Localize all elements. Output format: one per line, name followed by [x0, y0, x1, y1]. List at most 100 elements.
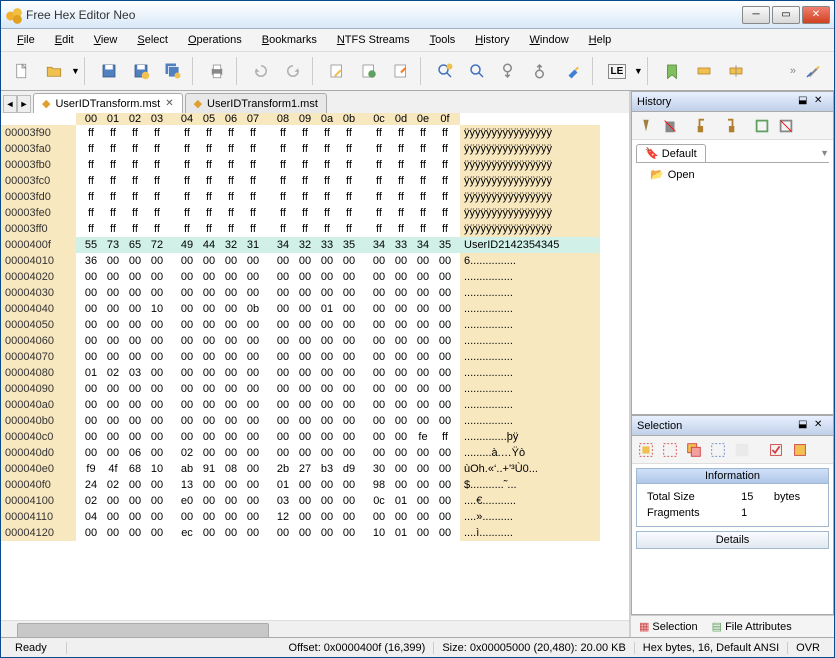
hist-btn5[interactable]	[751, 115, 773, 137]
edit3-button[interactable]	[386, 56, 416, 86]
sel-btn6[interactable]	[765, 439, 787, 461]
dropdown-icon[interactable]: ▼	[634, 66, 643, 76]
search-button[interactable]	[462, 56, 492, 86]
edit2-button[interactable]	[354, 56, 384, 86]
encoding-button[interactable]: LE	[602, 56, 632, 86]
bookmark-btn2[interactable]	[689, 56, 719, 86]
hex-row[interactable]: 0000400f55736572494432313432333534333435…	[1, 237, 629, 253]
hex-row[interactable]: 0000410002000000e0000000030000000c010000…	[1, 493, 629, 509]
tab-next-button[interactable]: ►	[17, 95, 31, 113]
bookmark-add-button[interactable]	[657, 56, 687, 86]
search-up-button[interactable]	[526, 56, 556, 86]
hex-row[interactable]: 000040d000000600020000000000000000000000…	[1, 445, 629, 461]
hist-btn3[interactable]	[693, 115, 715, 137]
new-button[interactable]	[7, 56, 37, 86]
hex-row[interactable]: 0000406000000000000000000000000000000000…	[1, 333, 629, 349]
menu-history[interactable]: History	[467, 32, 517, 48]
hex-row[interactable]: 0000405000000000000000000000000000000000…	[1, 317, 629, 333]
scrollbar-h[interactable]	[1, 620, 629, 637]
saveall-button[interactable]	[158, 56, 188, 86]
hex-row[interactable]: 0000412000000000ec0000000000000010010000…	[1, 525, 629, 541]
menu-window[interactable]: Window	[522, 32, 577, 48]
hist-btn6[interactable]	[775, 115, 797, 137]
hex-row[interactable]: 000040c00000000000000000000000000000feff…	[1, 429, 629, 445]
hex-row[interactable]: 0000407000000000000000000000000000000000…	[1, 349, 629, 365]
hex-row[interactable]: 00003f90ffffffffffffffffffffffffffffffff…	[1, 125, 629, 141]
close-icon[interactable]: ✕	[165, 98, 173, 109]
menu-bookmarks[interactable]: Bookmarks	[254, 32, 325, 48]
edit1-button[interactable]	[322, 56, 352, 86]
hex-row[interactable]: 0000411004000000000000001200000000000000…	[1, 509, 629, 525]
menu-ntfsstreams[interactable]: NTFS Streams	[329, 32, 418, 48]
hex-viewer[interactable]: 000102030405060708090a0b0c0d0e0f 00003f9…	[1, 113, 629, 620]
menu-help[interactable]: Help	[581, 32, 620, 48]
find-button[interactable]	[430, 56, 460, 86]
dropdown-icon[interactable]: ▼	[820, 148, 829, 158]
window-title: Free Hex Editor Neo	[26, 8, 742, 22]
open-button[interactable]	[39, 56, 69, 86]
history-item-open[interactable]: 📂Open	[648, 167, 829, 182]
hex-row[interactable]: 000040e0f94f6810ab9108002b27b3d930000000…	[1, 461, 629, 477]
hex-row[interactable]: 0000403000000000000000000000000000000000…	[1, 285, 629, 301]
totalsize-label: Total Size	[643, 490, 735, 504]
hist-btn1[interactable]	[635, 115, 657, 137]
pin-icon[interactable]: ⬓	[798, 95, 812, 109]
hex-row[interactable]: 00003fc0ffffffffffffffffffffffffffffffff…	[1, 173, 629, 189]
details-button[interactable]: Details	[636, 531, 829, 549]
sel-btn4[interactable]	[707, 439, 729, 461]
hex-row[interactable]: 000040f024020000130000000100000098000000…	[1, 477, 629, 493]
sel-btn1[interactable]	[635, 439, 657, 461]
settings-button[interactable]	[798, 56, 828, 86]
tab-file-attributes[interactable]: ▤File Attributes	[708, 619, 796, 634]
history-panel: History ⬓ ✕ 🔖 Default▼ 📂Open	[631, 91, 834, 415]
chevron-right-icon[interactable]: »	[790, 65, 796, 77]
hex-row[interactable]: 00004040000000100000000b0000010000000000…	[1, 301, 629, 317]
menu-file[interactable]: File	[9, 32, 43, 48]
hex-row[interactable]: 00003fa0ffffffffffffffffffffffffffffffff…	[1, 141, 629, 157]
undo-button[interactable]	[246, 56, 276, 86]
close-button[interactable]: ✕	[802, 6, 830, 24]
dropdown-icon[interactable]: ▼	[71, 66, 80, 76]
hex-row[interactable]: 0000409000000000000000000000000000000000…	[1, 381, 629, 397]
ascii: $...........˜...	[460, 477, 600, 493]
bookmark-btn3[interactable]	[721, 56, 751, 86]
maximize-button[interactable]: ▭	[772, 6, 800, 24]
hex-row[interactable]: 00003fd0ffffffffffffffffffffffffffffffff…	[1, 189, 629, 205]
menu-tools[interactable]: Tools	[422, 32, 464, 48]
tab-prev-button[interactable]: ◄	[3, 95, 17, 113]
history-tab-default[interactable]: 🔖 Default	[636, 144, 706, 162]
sel-btn2[interactable]	[659, 439, 681, 461]
search-down-button[interactable]	[494, 56, 524, 86]
hex-row[interactable]: 00003fb0ffffffffffffffffffffffffffffffff…	[1, 157, 629, 173]
fragments-value: 1	[737, 506, 768, 520]
redo-button[interactable]	[278, 56, 308, 86]
print-button[interactable]	[202, 56, 232, 86]
hex-row[interactable]: 000040b000000000000000000000000000000000…	[1, 413, 629, 429]
hex-row[interactable]: 00003fe0ffffffffffffffffffffffffffffffff…	[1, 205, 629, 221]
close-icon[interactable]: ✕	[814, 95, 828, 109]
close-icon[interactable]: ✕	[814, 419, 828, 433]
sel-btn5[interactable]	[731, 439, 753, 461]
hex-row[interactable]: 00003ff0ffffffffffffffffffffffffffffffff…	[1, 221, 629, 237]
file-tab[interactable]: ◆UserIDTransform1.mst	[185, 93, 327, 113]
pin-icon[interactable]: ⬓	[798, 419, 812, 433]
save-button[interactable]	[94, 56, 124, 86]
sel-btn7[interactable]	[789, 439, 811, 461]
menu-view[interactable]: View	[86, 32, 126, 48]
tab-selection[interactable]: ▦Selection	[635, 619, 702, 634]
saveas-button[interactable]	[126, 56, 156, 86]
offset: 00003fe0	[1, 205, 76, 221]
file-tab[interactable]: ◆UserIDTransform.mst✕	[33, 93, 183, 113]
hex-row[interactable]: 0000408001020300000000000000000000000000…	[1, 365, 629, 381]
minimize-button[interactable]: ─	[742, 6, 770, 24]
hist-btn4[interactable]	[717, 115, 739, 137]
highlight-button[interactable]	[558, 56, 588, 86]
hist-btn2[interactable]	[659, 115, 681, 137]
hex-row[interactable]: 000040a000000000000000000000000000000000…	[1, 397, 629, 413]
sel-btn3[interactable]	[683, 439, 705, 461]
hex-row[interactable]: 0000401036000000000000000000000000000000…	[1, 253, 629, 269]
menu-select[interactable]: Select	[129, 32, 176, 48]
menu-operations[interactable]: Operations	[180, 32, 250, 48]
hex-row[interactable]: 0000402000000000000000000000000000000000…	[1, 269, 629, 285]
menu-edit[interactable]: Edit	[47, 32, 82, 48]
